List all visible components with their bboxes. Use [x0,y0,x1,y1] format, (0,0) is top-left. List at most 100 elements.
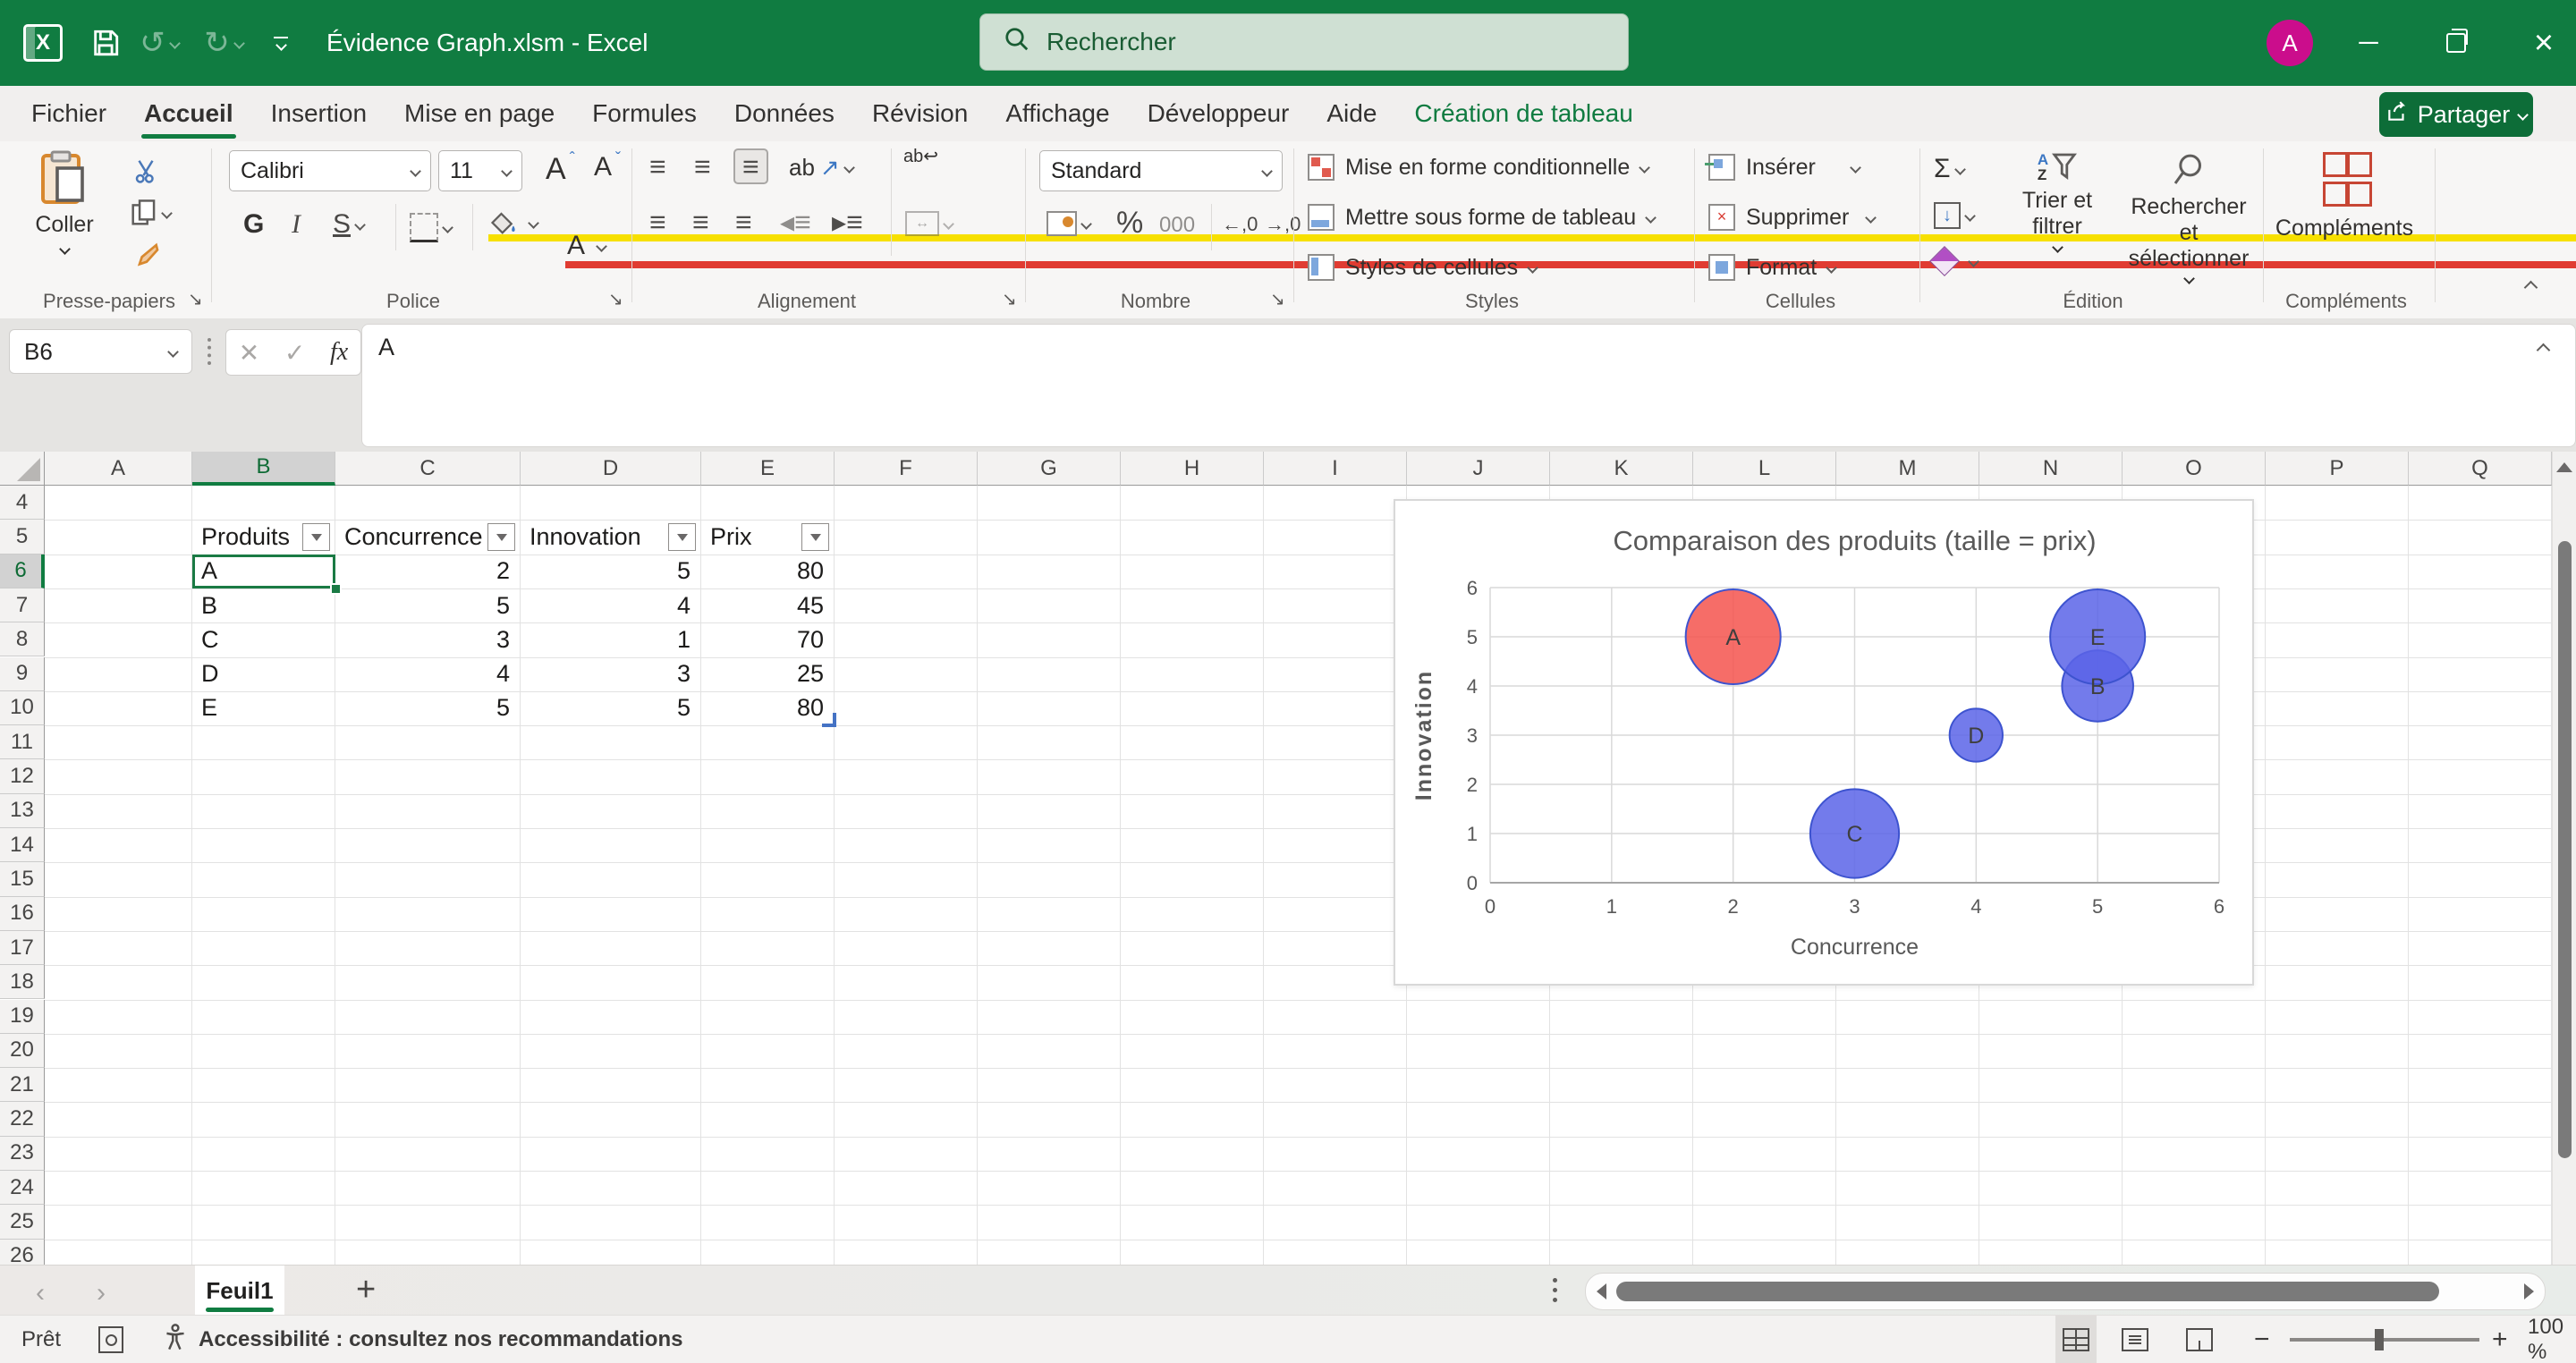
save-icon[interactable] [79,0,132,86]
number-format-select[interactable]: Standard [1039,150,1283,191]
column-header-O[interactable]: O [2123,452,2266,486]
zoom-slider-thumb[interactable] [2375,1329,2384,1350]
row-header-26[interactable]: 26 [0,1240,45,1265]
scroll-right-icon[interactable] [2524,1283,2534,1300]
column-header-J[interactable]: J [1407,452,1550,486]
row-header-23[interactable]: 23 [0,1137,45,1171]
filter-dropdown-icon[interactable] [801,523,829,551]
table-cell[interactable]: 80 [701,691,835,725]
restore-button[interactable] [2429,0,2483,86]
redo-icon[interactable]: ↻ [199,0,249,86]
table-cell[interactable]: 4 [521,588,701,622]
bubble-chart[interactable]: Comparaison des produits (taille = prix)… [1394,499,2254,986]
column-header-L[interactable]: L [1693,452,1836,486]
tab-affichage[interactable]: Affichage [987,86,1128,141]
table-cell[interactable]: 4 [335,657,521,691]
macro-record-icon[interactable] [98,1316,123,1363]
tab-r-vision[interactable]: Révision [853,86,987,141]
tab-donn-es[interactable]: Données [716,86,853,141]
prev-sheet-icon[interactable]: ‹ [36,1278,45,1308]
row-header-20[interactable]: 20 [0,1034,45,1068]
orientation-icon[interactable]: ab↗ [789,154,853,182]
align-left-icon[interactable]: ≡ [649,207,666,236]
view-page-break-button[interactable] [2186,1316,2213,1363]
enter-icon[interactable]: ✓ [284,338,305,368]
cell-styles-button[interactable]: Styles de cellules [1308,254,1537,281]
column-header-C[interactable]: C [335,452,521,486]
row-header-5[interactable]: 5 [0,520,45,554]
find-select-button[interactable]: Rechercher et sélectionner [2122,152,2256,283]
column-header-D[interactable]: D [521,452,701,486]
decrease-font-icon[interactable]: Aˇ [594,152,621,182]
tab-accueil[interactable]: Accueil [125,86,252,141]
table-cell[interactable]: 45 [701,588,835,622]
row-header-22[interactable]: 22 [0,1102,45,1136]
tab-insertion[interactable]: Insertion [252,86,386,141]
table-cell[interactable]: 3 [521,657,701,691]
next-sheet-icon[interactable]: › [97,1278,106,1308]
table-cell[interactable]: 2 [335,555,521,588]
percent-icon[interactable]: % [1116,206,1143,241]
name-box[interactable]: B6 [9,329,192,374]
tab-formules[interactable]: Formules [573,86,716,141]
fill-icon[interactable]: ↓ [1934,202,1974,229]
tab-d-veloppeur[interactable]: Développeur [1129,86,1309,141]
row-header-21[interactable]: 21 [0,1068,45,1102]
filter-dropdown-icon[interactable] [487,523,515,551]
column-header-N[interactable]: N [1979,452,2123,486]
column-header-B[interactable]: B [192,452,335,486]
tab-aide[interactable]: Aide [1308,86,1395,141]
insert-cells-button[interactable]: Insérer [1708,154,1860,181]
increase-indent-icon[interactable]: ▸≡ [832,207,863,236]
row-header-18[interactable]: 18 [0,965,45,999]
table-cell[interactable]: 70 [701,622,835,656]
table-cell[interactable]: C [192,622,335,656]
table-cell[interactable]: E [192,691,335,725]
font-size-select[interactable]: 11 [438,150,522,191]
column-header-K[interactable]: K [1550,452,1693,486]
scroll-left-icon[interactable] [1597,1283,1606,1300]
sheet-tab-feuil1[interactable]: Feuil1 [195,1266,284,1316]
table-cell[interactable]: 3 [335,622,521,656]
decrease-indent-icon[interactable]: ◂≡ [780,207,811,236]
table-cell[interactable]: 5 [335,691,521,725]
horizontal-scroll-thumb[interactable] [1616,1282,2439,1301]
table-resize-corner[interactable] [822,713,836,727]
accessibility-status[interactable]: Accessibilité : consultez nos recommanda… [163,1316,682,1363]
row-header-10[interactable]: 10 [0,691,45,725]
conditional-formatting-button[interactable]: Mise en forme conditionnelle [1308,154,1648,181]
column-header-F[interactable]: F [835,452,978,486]
column-header-I[interactable]: I [1264,452,1407,486]
row-header-12[interactable]: 12 [0,759,45,793]
row-header-17[interactable]: 17 [0,931,45,965]
tab-fichier[interactable]: Fichier [13,86,125,141]
italic-button[interactable]: I [292,209,301,240]
align-center-icon[interactable]: ≡ [692,207,709,236]
row-header-11[interactable]: 11 [0,725,45,759]
minimize-button[interactable]: ─ [2342,0,2395,86]
sort-filter-button[interactable]: AZ Trier et filtrer [2000,152,2114,251]
align-bottom-icon[interactable]: ≡ [733,148,768,184]
filter-dropdown-icon[interactable] [302,523,330,551]
row-header-16[interactable]: 16 [0,897,45,931]
formula-input[interactable]: A [361,324,2576,447]
row-header-9[interactable]: 9 [0,657,45,691]
tab-mise-en-page[interactable]: Mise en page [386,86,573,141]
horizontal-scrollbar[interactable] [1585,1273,2546,1310]
table-cell[interactable]: 1 [521,622,701,656]
wrap-text-icon[interactable]: ab↩ [903,148,941,165]
search-input[interactable]: Rechercher [979,13,1629,71]
delete-cells-button[interactable]: × Supprimer [1708,204,1875,231]
cancel-icon[interactable]: ✕ [239,338,259,368]
row-header-7[interactable]: 7 [0,588,45,622]
row-header-25[interactable]: 25 [0,1205,45,1239]
collapse-ribbon-icon[interactable] [2526,283,2536,292]
decrease-decimal-icon[interactable]: →,0 [1265,213,1301,236]
column-header-Q[interactable]: Q [2409,452,2552,486]
alignment-dialog-launcher[interactable]: ↘ [1002,288,1017,310]
avatar[interactable]: A [2267,20,2313,66]
column-header-H[interactable]: H [1121,452,1264,486]
align-middle-icon[interactable]: ≡ [694,152,711,181]
zoom-out-button[interactable]: − [2254,1316,2270,1363]
filter-dropdown-icon[interactable] [668,523,696,551]
